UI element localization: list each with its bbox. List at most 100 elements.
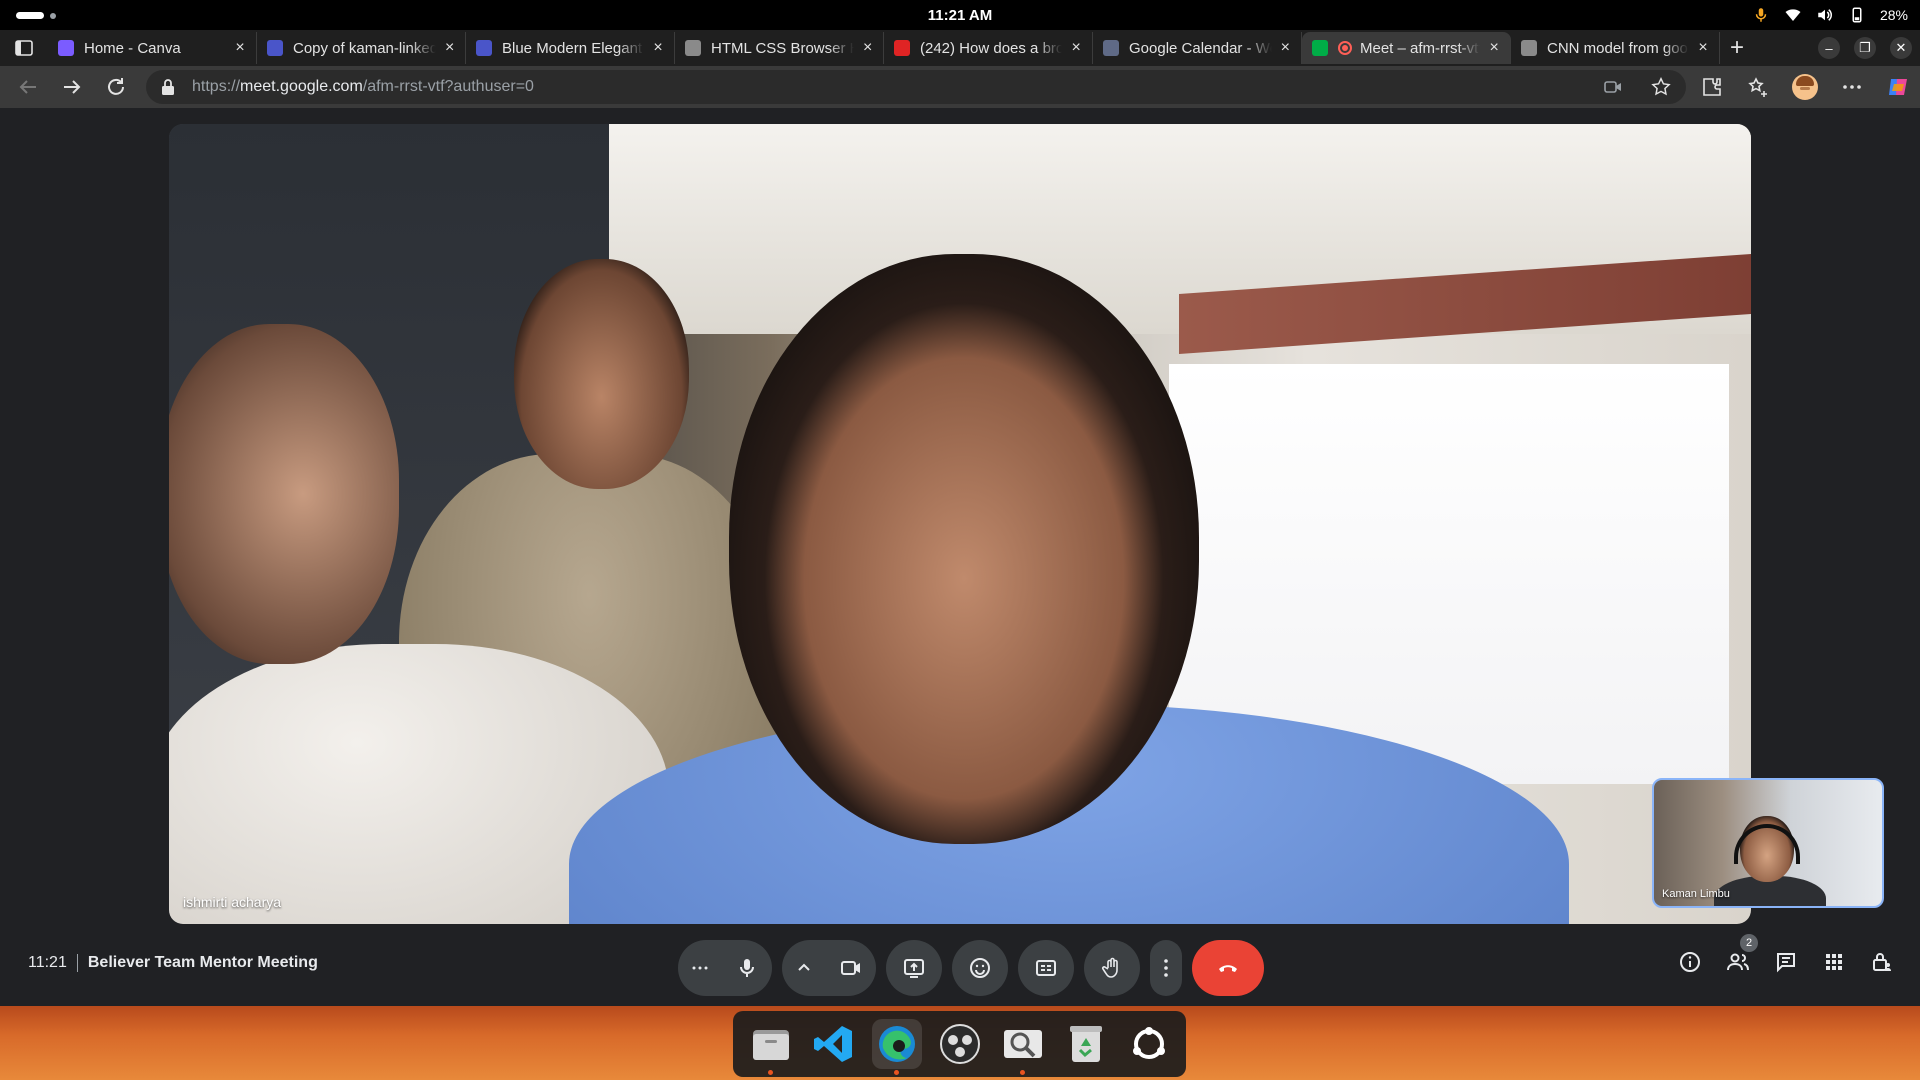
browser-tab[interactable]: CNN model from goo × bbox=[1511, 32, 1720, 64]
browser-tab[interactable]: Google Calendar - We × bbox=[1093, 32, 1302, 64]
self-participant-name: Kaman Limbu bbox=[1662, 888, 1730, 900]
end-call-icon bbox=[1219, 965, 1237, 972]
close-tab-icon[interactable]: × bbox=[232, 39, 248, 57]
new-tab-button[interactable]: + bbox=[1720, 32, 1754, 64]
main-video-tile[interactable]: ishmirti acharya bbox=[169, 124, 1751, 924]
vscode-app-icon[interactable] bbox=[809, 1019, 859, 1069]
tab-favicon-icon bbox=[58, 40, 74, 56]
favorites-icon[interactable] bbox=[1746, 75, 1770, 99]
tab-favicon-icon bbox=[267, 40, 283, 56]
browser-tab[interactable]: Copy of kaman-linkedin × bbox=[257, 32, 466, 64]
close-tab-icon[interactable]: × bbox=[650, 39, 666, 57]
tab-title: Google Calendar - We bbox=[1129, 39, 1272, 57]
meeting-details: 11:21 Believer Team Mentor Meeting bbox=[28, 954, 318, 972]
hand-icon bbox=[1102, 957, 1118, 978]
system-status-area[interactable]: 28% bbox=[1752, 6, 1908, 24]
reactions-button[interactable] bbox=[952, 940, 1008, 996]
minimize-icon[interactable]: – bbox=[1818, 37, 1840, 59]
window-controls: – ❐ ✕ bbox=[1818, 37, 1912, 59]
emoji-icon bbox=[970, 958, 990, 978]
recording-indicator-icon bbox=[1338, 41, 1352, 55]
camera-button[interactable] bbox=[826, 940, 876, 996]
browser-tab[interactable]: Meet – afm-rrst-vtf × bbox=[1302, 32, 1511, 64]
edge-browser-app-icon[interactable] bbox=[871, 1019, 922, 1075]
tab-title: CNN model from goo bbox=[1547, 39, 1688, 57]
close-window-icon[interactable]: ✕ bbox=[1890, 37, 1912, 59]
lock-icon[interactable] bbox=[160, 78, 176, 96]
reload-icon[interactable] bbox=[104, 75, 128, 99]
address-bar[interactable]: https://meet.google.com/afm-rrst-vtf?aut… bbox=[146, 70, 1686, 104]
image-viewer-app-icon[interactable] bbox=[998, 1019, 1048, 1075]
forward-icon[interactable] bbox=[60, 75, 84, 99]
meeting-details-button[interactable] bbox=[1678, 950, 1702, 974]
show-apps-icon[interactable] bbox=[1124, 1019, 1174, 1069]
host-controls-button[interactable] bbox=[1870, 950, 1894, 974]
video-options-button[interactable] bbox=[782, 940, 826, 996]
extensions-icon[interactable] bbox=[1700, 75, 1724, 99]
battery-percentage: 28% bbox=[1879, 7, 1908, 23]
close-tab-icon[interactable]: × bbox=[1278, 39, 1293, 57]
more-options-button[interactable] bbox=[1150, 940, 1182, 996]
tab-title: Copy of kaman-linkedin bbox=[293, 39, 437, 57]
system-top-bar: 11:21 AM 28% bbox=[0, 0, 1920, 30]
present-screen-icon bbox=[904, 959, 924, 978]
tab-title: HTML CSS Browser Ha bbox=[711, 39, 855, 57]
obs-app-icon[interactable] bbox=[935, 1019, 985, 1069]
favorite-star-icon[interactable] bbox=[1650, 76, 1672, 98]
copilot-icon[interactable] bbox=[1886, 75, 1910, 99]
audio-options-button[interactable] bbox=[678, 940, 722, 996]
tab-title: (242) How does a bro bbox=[920, 39, 1063, 57]
wifi-icon bbox=[1784, 6, 1802, 24]
ellipsis-icon bbox=[692, 966, 708, 970]
url-path: /afm-rrst-vtf?authuser=0 bbox=[362, 78, 534, 95]
microphone-icon bbox=[740, 959, 754, 977]
browser-tab[interactable]: (242) How does a bro × bbox=[884, 32, 1093, 64]
chat-icon bbox=[1777, 953, 1795, 973]
leave-call-button[interactable] bbox=[1192, 940, 1264, 996]
application-dock bbox=[733, 1011, 1186, 1077]
present-screen-button[interactable] bbox=[886, 940, 942, 996]
battery-icon bbox=[1848, 6, 1866, 24]
microphone-button[interactable] bbox=[722, 940, 772, 996]
restore-icon[interactable]: ❐ bbox=[1854, 37, 1876, 59]
close-tab-icon[interactable]: × bbox=[1695, 39, 1711, 57]
url-prefix: https:// bbox=[192, 78, 241, 95]
tab-actions-icon[interactable] bbox=[14, 38, 34, 58]
close-tab-icon[interactable]: × bbox=[1068, 39, 1084, 57]
tab-favicon-icon bbox=[894, 40, 910, 56]
self-view-tile[interactable]: Kaman Limbu bbox=[1652, 778, 1884, 908]
settings-more-icon[interactable] bbox=[1840, 75, 1864, 99]
files-app-icon[interactable] bbox=[746, 1019, 796, 1075]
main-participant-name: ishmirti acharya bbox=[183, 894, 282, 910]
camera-in-use-icon[interactable] bbox=[1604, 79, 1622, 95]
meeting-time: 11:21 bbox=[28, 954, 67, 971]
browser-toolbar: https://meet.google.com/afm-rrst-vtf?aut… bbox=[0, 66, 1920, 108]
chat-button[interactable] bbox=[1774, 950, 1798, 974]
close-tab-icon[interactable]: × bbox=[442, 39, 457, 57]
close-tab-icon[interactable]: × bbox=[1486, 39, 1502, 57]
people-button[interactable]: 2 bbox=[1726, 934, 1758, 974]
captions-icon bbox=[1036, 960, 1056, 976]
tab-favicon-icon bbox=[1103, 40, 1119, 56]
video-person-left-head bbox=[169, 324, 399, 664]
tab-title: Meet – afm-rrst-vtf bbox=[1360, 39, 1481, 57]
captions-button[interactable] bbox=[1018, 940, 1074, 996]
profile-avatar-icon[interactable] bbox=[1792, 74, 1818, 100]
url-host: meet.google.com bbox=[240, 78, 363, 95]
browser-tab[interactable]: HTML CSS Browser Ha × bbox=[675, 32, 884, 64]
browser-tab[interactable]: Home - Canva × bbox=[48, 32, 257, 64]
video-control-group bbox=[782, 940, 876, 996]
close-tab-icon[interactable]: × bbox=[860, 39, 875, 57]
raise-hand-button[interactable] bbox=[1084, 940, 1140, 996]
more-vertical-icon bbox=[1164, 959, 1168, 977]
microphone-in-use-icon bbox=[1752, 6, 1770, 24]
trash-app-icon[interactable] bbox=[1061, 1019, 1111, 1069]
activities-button[interactable] bbox=[1822, 950, 1846, 974]
chevron-up-icon bbox=[798, 963, 810, 971]
browser-tab[interactable]: Blue Modern Elegant × bbox=[466, 32, 675, 64]
url-text[interactable]: https://meet.google.com/afm-rrst-vtf?aut… bbox=[192, 78, 534, 96]
system-clock[interactable]: 11:21 AM bbox=[0, 7, 1920, 24]
tab-favicon-icon bbox=[1312, 40, 1328, 56]
back-icon[interactable] bbox=[16, 75, 40, 99]
audio-control-group bbox=[678, 940, 772, 996]
